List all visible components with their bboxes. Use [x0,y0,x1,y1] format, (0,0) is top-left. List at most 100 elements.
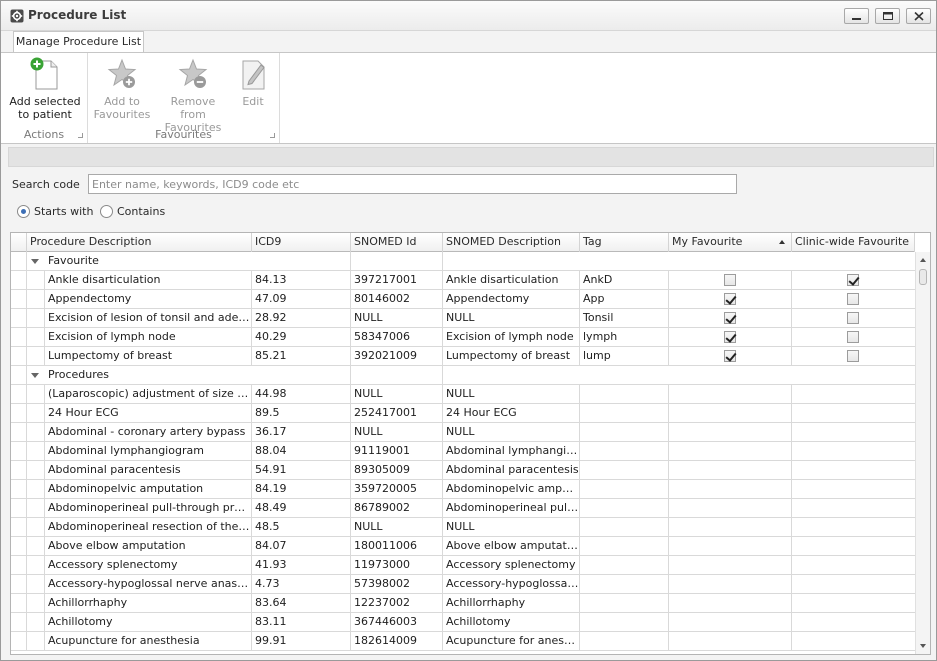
procedure-description-cell[interactable]: Acupuncture for anesthesia [45,632,252,650]
my-favourite-cell[interactable] [669,423,792,441]
remove-from-favourites-button[interactable]: Remove from Favourites [158,57,228,134]
tag-cell[interactable] [580,442,669,460]
procedure-description-cell[interactable]: Above elbow amputation [45,537,252,555]
header-icd9[interactable]: ICD9 [252,233,351,252]
procedure-description-cell[interactable]: Appendectomy [45,290,252,308]
icd9-cell[interactable]: 47.09 [252,290,351,308]
tag-cell[interactable] [580,613,669,631]
clinic-wide-favourite-cell[interactable] [792,347,915,365]
procedure-description-cell[interactable]: Abdominopelvic amputation [45,480,252,498]
snomed-id-cell[interactable]: 12237002 [351,594,443,612]
my-favourite-cell[interactable] [669,480,792,498]
my-favourite-cell[interactable] [669,499,792,517]
procedure-description-cell[interactable]: Achillorrhaphy [45,594,252,612]
procedure-description-cell[interactable]: Excision of lesion of tonsil and ade… [45,309,252,327]
tag-cell[interactable] [580,499,669,517]
clinic-wide-favourite-cell[interactable] [792,271,915,289]
snomed-description-cell[interactable]: Accessory-hypoglossal … [443,575,580,593]
favourites-dialog-launcher[interactable] [270,133,275,138]
header-snomed-id[interactable]: SNOMED Id [351,233,443,252]
my-favourite-checkbox[interactable] [724,312,736,324]
my-favourite-cell[interactable] [669,556,792,574]
icd9-cell[interactable]: 4.73 [252,575,351,593]
table-row[interactable]: Achillotomy 83.11 367446003 Achillotomy [11,613,915,632]
clinic-wide-favourite-checkbox[interactable] [847,293,859,305]
header-procedure-description[interactable]: Procedure Description [27,233,252,252]
tag-cell[interactable] [580,594,669,612]
scroll-thumb[interactable] [919,269,927,285]
clinic-wide-favourite-cell[interactable] [792,385,915,403]
table-row[interactable]: Acupuncture for anesthesia 99.91 182614009… [11,632,915,651]
header-clinic-wide-favourite[interactable]: Clinic-wide Favourite [792,233,915,252]
my-favourite-cell[interactable] [669,613,792,631]
snomed-id-cell[interactable]: 57398002 [351,575,443,593]
clinic-wide-favourite-cell[interactable] [792,290,915,308]
my-favourite-cell[interactable] [669,632,792,650]
clinic-wide-favourite-checkbox[interactable] [847,312,859,324]
snomed-description-cell[interactable]: NULL [443,309,580,327]
my-favourite-checkbox[interactable] [724,293,736,305]
procedure-description-cell[interactable]: Excision of lymph node [45,328,252,346]
header-snomed-description[interactable]: SNOMED Description [443,233,580,252]
edit-button[interactable]: Edit [234,57,272,108]
procedure-description-cell[interactable]: Accessory-hypoglossal nerve anas… [45,575,252,593]
group-row-favourite[interactable]: Favourite [11,252,915,271]
table-row[interactable]: Abdominal lymphangiogram 88.04 91119001 Abd… [11,442,915,461]
table-row[interactable]: Excision of lesion of tonsil and ade… 28.… [11,309,915,328]
table-row[interactable]: Accessory-hypoglossal nerve anas… 4.73 573… [11,575,915,594]
table-row[interactable]: Abdominal paracentesis 54.91 89305009 Abdom… [11,461,915,480]
table-row[interactable]: Ankle disarticulation 84.13 397217001 Ankle… [11,271,915,290]
contains-radio[interactable]: Contains [100,204,170,220]
snomed-id-cell[interactable]: 252417001 [351,404,443,422]
clinic-wide-favourite-cell[interactable] [792,556,915,574]
snomed-id-cell[interactable]: 80146002 [351,290,443,308]
my-favourite-cell[interactable] [669,594,792,612]
table-row[interactable]: Excision of lymph node 40.29 58347006 Excis… [11,328,915,347]
icd9-cell[interactable]: 99.91 [252,632,351,650]
table-row[interactable]: Abdominal - coronary artery bypass 36.17 N… [11,423,915,442]
snomed-description-cell[interactable]: Abdominal lymphangiogr… [443,442,580,460]
add-selected-to-patient-button[interactable]: Add selected to patient [5,57,85,121]
group-row-procedures[interactable]: Procedures [11,366,915,385]
starts-with-radio-dot[interactable] [17,205,30,218]
snomed-id-cell[interactable]: 359720005 [351,480,443,498]
icd9-cell[interactable]: 41.93 [252,556,351,574]
header-my-favourite[interactable]: My Favourite [669,233,792,252]
icd9-cell[interactable]: 40.29 [252,328,351,346]
snomed-id-cell[interactable]: NULL [351,309,443,327]
table-row[interactable]: Above elbow amputation 84.07 180011006 Abov… [11,537,915,556]
tag-cell[interactable]: App [580,290,669,308]
tag-cell[interactable]: AnkD [580,271,669,289]
my-favourite-checkbox[interactable] [724,350,736,362]
table-row[interactable]: Accessory splenectomy 41.93 11973000 Access… [11,556,915,575]
collapse-icon[interactable] [31,373,39,378]
snomed-description-cell[interactable]: Appendectomy [443,290,580,308]
my-favourite-cell[interactable] [669,385,792,403]
clinic-wide-favourite-cell[interactable] [792,442,915,460]
my-favourite-cell[interactable] [669,328,792,346]
my-favourite-cell[interactable] [669,404,792,422]
snomed-id-cell[interactable]: 91119001 [351,442,443,460]
my-favourite-cell[interactable] [669,518,792,536]
icd9-cell[interactable]: 85.21 [252,347,351,365]
tag-cell[interactable] [580,480,669,498]
snomed-id-cell[interactable]: 58347006 [351,328,443,346]
snomed-id-cell[interactable]: 182614009 [351,632,443,650]
clinic-wide-favourite-cell[interactable] [792,404,915,422]
clinic-wide-favourite-checkbox[interactable] [847,350,859,362]
clinic-wide-favourite-cell[interactable] [792,461,915,479]
snomed-id-cell[interactable]: 367446003 [351,613,443,631]
procedure-description-cell[interactable]: Abdominoperineal resection of the … [45,518,252,536]
tag-cell[interactable] [580,632,669,650]
clinic-wide-favourite-cell[interactable] [792,613,915,631]
table-row[interactable]: Appendectomy 47.09 80146002 Appendectomy App [11,290,915,309]
snomed-description-cell[interactable]: NULL [443,423,580,441]
close-button[interactable] [906,8,931,24]
header-tag[interactable]: Tag [580,233,669,252]
snomed-description-cell[interactable]: Above elbow amputation [443,537,580,555]
contains-radio-dot[interactable] [100,205,113,218]
my-favourite-cell[interactable] [669,271,792,289]
icd9-cell[interactable]: 84.13 [252,271,351,289]
snomed-description-cell[interactable]: 24 Hour ECG [443,404,580,422]
icd9-cell[interactable]: 28.92 [252,309,351,327]
